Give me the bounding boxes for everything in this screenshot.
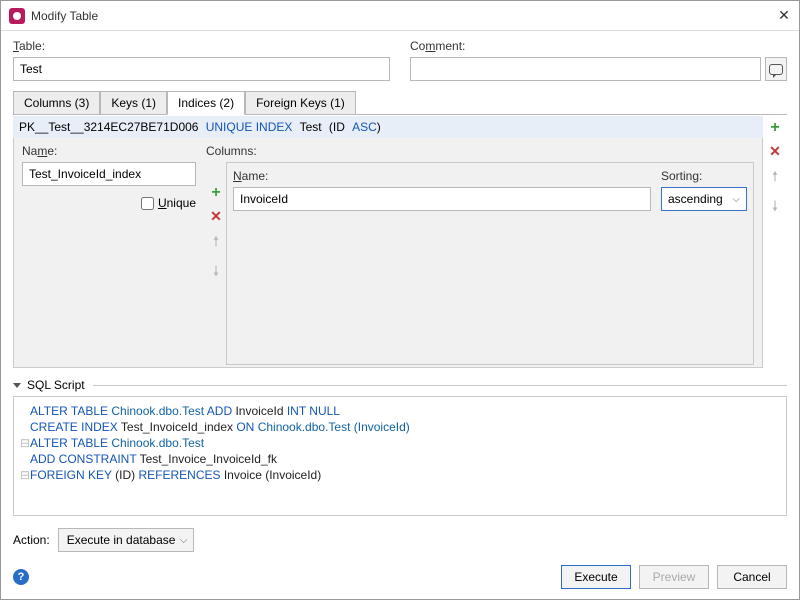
index-column: ID [333, 120, 345, 134]
index-name-input[interactable] [22, 162, 196, 186]
divider [93, 385, 787, 386]
tab-keys[interactable]: Keys (1) [100, 91, 167, 114]
comment-label: Comment: [410, 39, 465, 53]
table-name-input[interactable] [13, 57, 390, 81]
titlebar: Modify Table ✕ [1, 1, 799, 31]
sql-script-header[interactable]: SQL Script [13, 378, 787, 392]
app-icon [9, 8, 25, 24]
chevron-down-icon: ⌵ [180, 535, 188, 546]
unique-label: Unique [158, 196, 196, 210]
index-direction: ASC [352, 120, 377, 134]
comment-input[interactable] [410, 57, 761, 81]
sorting-select[interactable]: ascending ⌵ [661, 187, 747, 211]
tab-bar: Columns (3) Keys (1) Indices (2) Foreign… [13, 91, 787, 115]
index-table: Test [300, 120, 322, 134]
index-list-actions: + ✕ 🠕 🠗 [763, 115, 787, 368]
execute-button[interactable]: Execute [561, 565, 631, 589]
sql-script-viewer[interactable]: ALTER TABLE Chinook.dbo.Test ADD Invoice… [13, 396, 787, 516]
index-move-down-icon: 🠗 [772, 196, 778, 220]
comment-expand-button[interactable] [765, 57, 787, 81]
column-name-label: Name: [233, 169, 268, 183]
table-label: Table: [13, 39, 45, 53]
close-icon[interactable]: ✕ [777, 9, 791, 23]
remove-index-icon[interactable]: ✕ [769, 143, 781, 160]
unique-checkbox[interactable] [141, 197, 154, 210]
tab-columns[interactable]: Columns (3) [13, 91, 100, 114]
index-name-label: Name: [22, 144, 57, 158]
add-column-icon[interactable]: + [211, 184, 220, 202]
tab-indices[interactable]: Indices (2) [167, 91, 245, 115]
column-panel: Name: Sorting: ascending ⌵ [226, 162, 754, 365]
tab-foreign-keys[interactable]: Foreign Keys (1) [245, 91, 356, 114]
chevron-down-icon: ⌵ [732, 194, 740, 205]
help-icon[interactable]: ? [13, 569, 29, 585]
index-move-up-icon: 🠕 [772, 166, 778, 190]
index-paren-close: ) [377, 120, 381, 134]
sorting-value: ascending [668, 192, 723, 206]
index-kw-type: UNIQUE INDEX [206, 120, 293, 134]
remove-column-icon[interactable]: ✕ [210, 208, 222, 225]
speech-bubble-icon [769, 64, 783, 75]
action-label: Action: [13, 533, 50, 547]
action-mode-value: Execute in database [67, 533, 176, 547]
column-name-input[interactable] [233, 187, 651, 211]
action-mode-select[interactable]: Execute in database ⌵ [58, 528, 195, 552]
window-title: Modify Table [31, 9, 777, 23]
sql-script-label: SQL Script [27, 378, 85, 392]
sorting-label: Sorting: [661, 169, 702, 183]
columns-label: Columns: [206, 144, 754, 158]
add-index-icon[interactable]: + [770, 119, 779, 137]
collapse-triangle-icon [13, 383, 21, 388]
index-pk-name: PK__Test__3214EC27BE71D006 [19, 120, 198, 134]
index-definition-row[interactable]: PK__Test__3214EC27BE71D006 UNIQUE INDEX … [13, 115, 763, 138]
move-up-icon: 🠕 [213, 231, 219, 255]
move-down-icon: 🠗 [213, 261, 219, 285]
preview-button: Preview [639, 565, 709, 589]
cancel-button[interactable]: Cancel [717, 565, 787, 589]
